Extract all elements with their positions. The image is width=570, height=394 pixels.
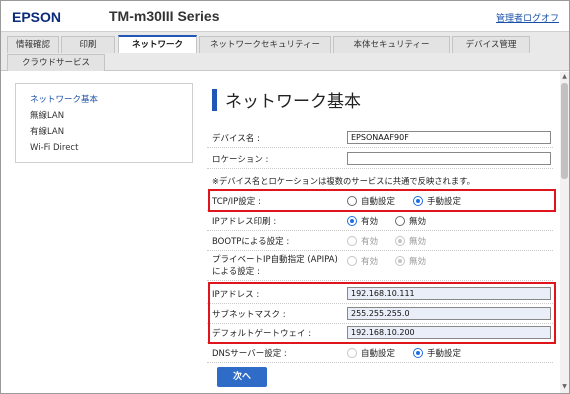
shared-settings-note: ※デバイス名とロケーションは複数のサービスに共通で反映されます。 xyxy=(212,176,475,186)
sidebar-item-wifi-direct[interactable]: Wi-Fi Direct xyxy=(30,140,192,156)
tab-device-security[interactable]: 本体セキュリティー xyxy=(333,36,450,53)
tab-device-management[interactable]: デバイス管理 xyxy=(452,36,530,53)
model-name: TM-m30III Series xyxy=(109,8,220,24)
radio-disabled-selected-icon xyxy=(395,235,405,246)
device-name-label: デバイス名 : xyxy=(212,134,260,144)
dns-manual-radio[interactable]: 手動設定 xyxy=(413,347,461,359)
scrollbar-thumb[interactable] xyxy=(561,83,568,179)
ip-print-on-radio[interactable]: 有効 xyxy=(347,215,378,227)
location-row: ロケーション : xyxy=(207,149,553,169)
location-input[interactable] xyxy=(347,152,551,165)
radio-selected-icon xyxy=(413,347,423,358)
bootp-row: BOOTPによる設定 : 有効 無効 xyxy=(207,231,553,251)
dns-auto-radio[interactable]: 自動設定 xyxy=(347,347,395,359)
browser-frame: EPSON TM-m30III Series 管理者ログオフ 情報確認 印刷 ネ… xyxy=(0,0,570,394)
apipa-row: プライベートIP自動指定 (APIPA) による設定 : 有効 無効 xyxy=(207,251,553,281)
radio-disabled-selected-icon xyxy=(395,255,405,266)
bootp-on-radio[interactable]: 有効 xyxy=(347,235,378,247)
dns-label: DNSサーバー設定 : xyxy=(212,349,287,359)
ip-settings-highlight-frame xyxy=(208,282,556,344)
title-accent-bar xyxy=(212,89,217,111)
tab-network[interactable]: ネットワーク xyxy=(118,35,197,53)
ip-print-row: IPアドレス印刷 : 有効 無効 xyxy=(207,211,553,231)
tab-cloud-service[interactable]: クラウドサービス xyxy=(7,54,105,71)
sidebar: ネットワーク基本 無線LAN 有線LAN Wi-Fi Direct xyxy=(15,83,193,163)
device-name-row: デバイス名 : xyxy=(207,128,553,148)
apipa-label-line2: による設定 : xyxy=(212,267,260,277)
radio-icon xyxy=(395,215,405,226)
bootp-label: BOOTPによる設定 : xyxy=(212,237,290,247)
scroll-down-arrow-icon[interactable]: ▼ xyxy=(560,382,569,392)
ip-print-label: IPアドレス印刷 : xyxy=(212,217,277,227)
header: EPSON TM-m30III Series 管理者ログオフ xyxy=(1,1,569,31)
tcpip-highlight-frame xyxy=(208,189,556,212)
radio-disabled-icon xyxy=(347,347,357,358)
radio-selected-icon xyxy=(347,215,357,226)
dns-row: DNSサーバー設定 : 自動設定 手動設定 xyxy=(207,343,553,363)
apipa-on-radio[interactable]: 有効 xyxy=(347,255,378,267)
tab-info[interactable]: 情報確認 xyxy=(7,36,59,53)
page-title: ネットワーク基本 xyxy=(225,92,361,112)
radio-disabled-icon xyxy=(347,235,357,246)
tab-bar: 情報確認 印刷 ネットワーク ネットワークセキュリティー 本体セキュリティー デ… xyxy=(1,31,569,71)
scroll-up-arrow-icon[interactable]: ▲ xyxy=(560,72,569,82)
sidebar-item-wired-lan[interactable]: 有線LAN xyxy=(30,124,192,140)
location-label: ロケーション : xyxy=(212,155,269,165)
sidebar-item-network-basic[interactable]: ネットワーク基本 xyxy=(30,92,192,108)
tab-print[interactable]: 印刷 xyxy=(61,36,115,53)
ip-print-off-radio[interactable]: 無効 xyxy=(395,215,426,227)
tab-network-security[interactable]: ネットワークセキュリティー xyxy=(199,36,331,53)
sidebar-item-wireless-lan[interactable]: 無線LAN xyxy=(30,108,192,124)
apipa-off-radio[interactable]: 無効 xyxy=(395,255,426,267)
epson-logo: EPSON xyxy=(12,9,62,25)
device-name-input[interactable] xyxy=(347,131,551,144)
admin-logout-link[interactable]: 管理者ログオフ xyxy=(496,11,559,24)
radio-disabled-icon xyxy=(347,255,357,266)
bootp-off-radio[interactable]: 無効 xyxy=(395,235,426,247)
apipa-label-line1: プライベートIP自動指定 (APIPA) xyxy=(212,255,338,265)
next-button[interactable]: 次へ xyxy=(217,367,267,387)
